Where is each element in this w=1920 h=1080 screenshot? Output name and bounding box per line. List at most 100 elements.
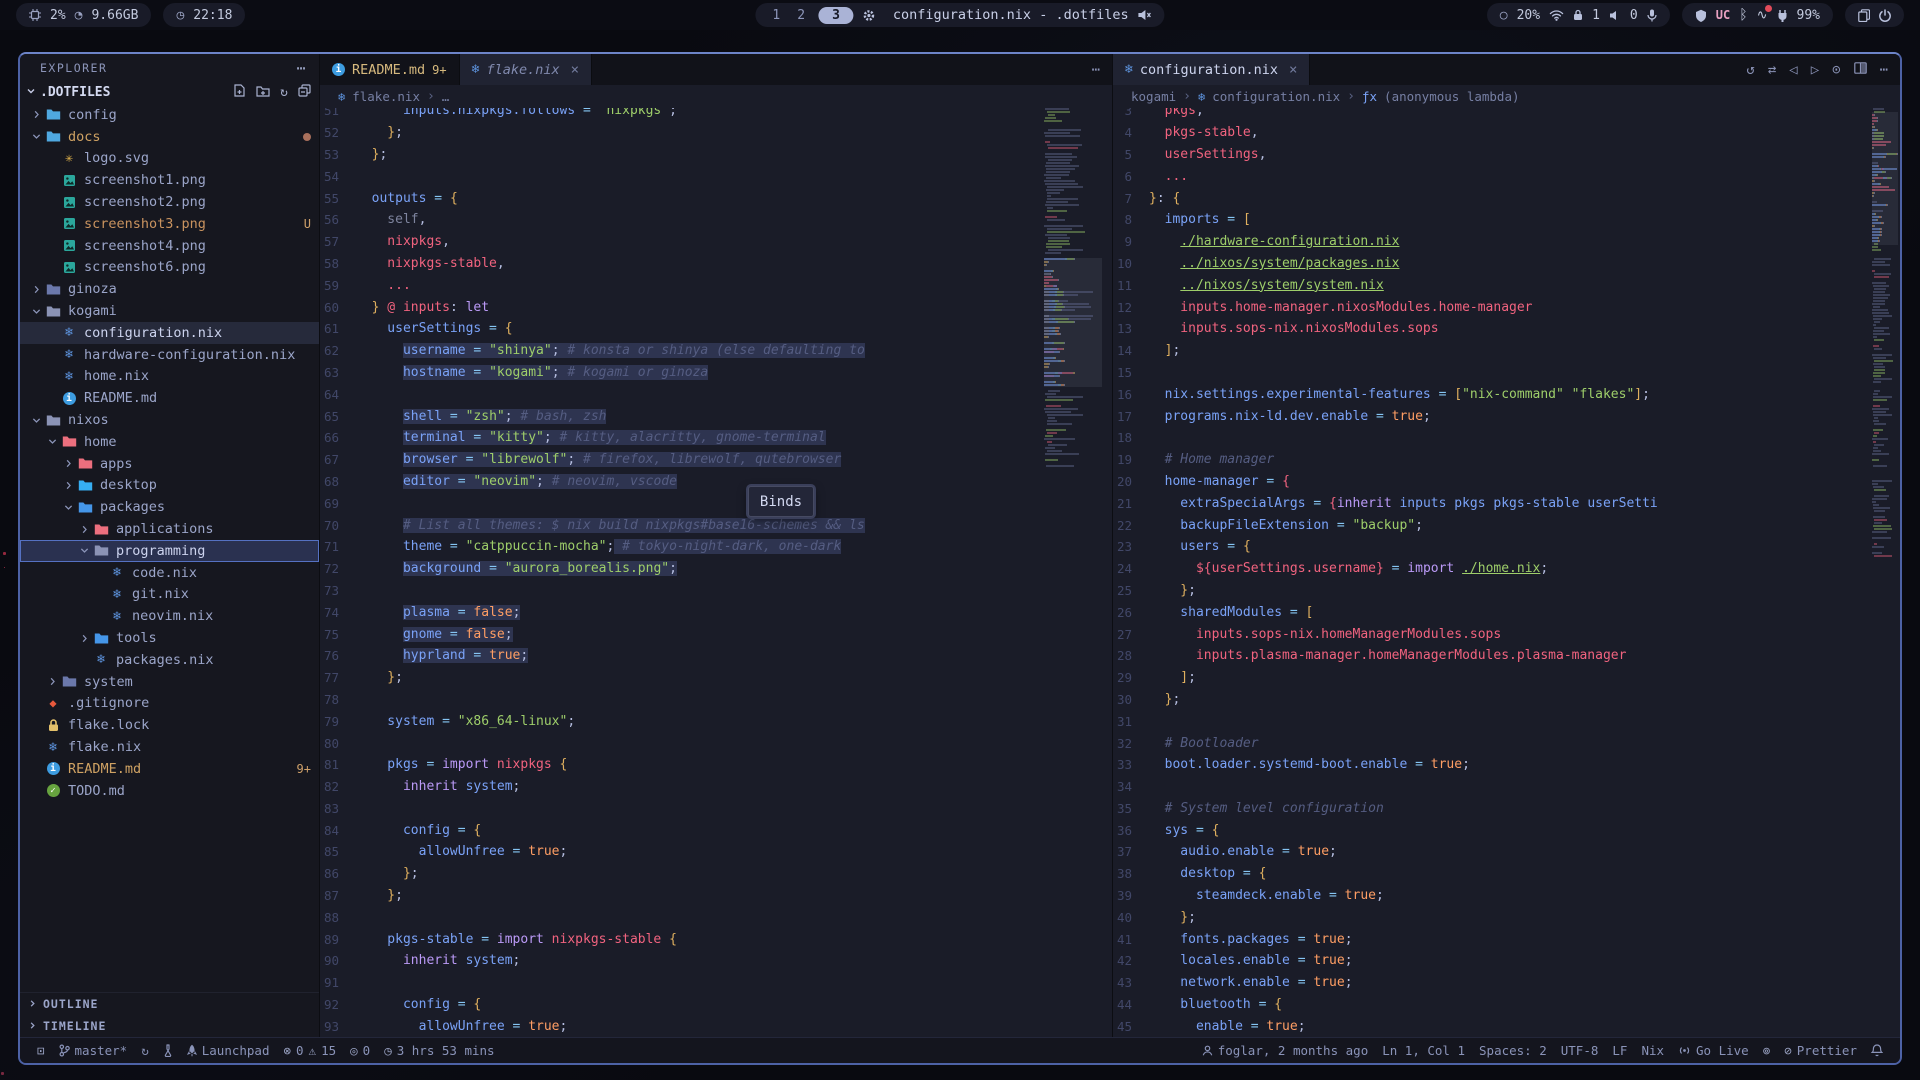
minimap-slider[interactable] [1872, 112, 1898, 245]
tree-item-home[interactable]: home [20, 431, 319, 453]
prettier-item[interactable]: ⊘ Prettier [1777, 1043, 1864, 1058]
minimap-line [1044, 165, 1102, 167]
tree-item-readme-md[interactable]: iREADME.md [20, 387, 319, 409]
tree-item-flake-nix[interactable]: ❄flake.nix [20, 736, 319, 758]
system-stats-pill[interactable]: 2% ◔ 9.66GB [16, 3, 151, 27]
breadcrumb-file[interactable]: flake.nix [352, 89, 420, 104]
flask-icon[interactable] [156, 1044, 180, 1057]
git-blame-item[interactable]: foglar, 2 months ago [1195, 1043, 1376, 1058]
tab-flake-nix[interactable]: ❄ flake.nix × [460, 54, 592, 85]
tree-item-system[interactable]: system [20, 671, 319, 693]
tab-readme[interactable]: i README.md 9+ [320, 54, 460, 85]
tree-item-code-nix[interactable]: ❄code.nix [20, 562, 319, 584]
workspace-2[interactable]: 2 [793, 8, 809, 23]
tree-item-todo-md[interactable]: ✓TODO.md [20, 780, 319, 802]
language-mode-item[interactable]: Nix [1634, 1043, 1671, 1058]
breadcrumb-symbol[interactable]: (anonymous lambda) [1384, 89, 1519, 104]
explorer-more-actions-button[interactable]: ⋯ [296, 59, 307, 77]
notifications-bell[interactable] [1864, 1044, 1890, 1057]
right-breadcrumb[interactable]: kogami › ❄ configuration.nix › ƒx (anony… [1113, 85, 1900, 108]
tree-item-kogami[interactable]: kogami [20, 300, 319, 322]
branch-name: master* [75, 1043, 128, 1058]
collapse-folders-button[interactable] [298, 84, 311, 101]
next-change-icon[interactable]: ▷ [1811, 62, 1819, 78]
refresh-explorer-button[interactable]: ↻ [280, 85, 288, 100]
hardware-pill[interactable]: ○ 20% 1 0 [1487, 3, 1670, 27]
previous-change-icon[interactable]: ◁ [1789, 62, 1797, 78]
tree-item-tools[interactable]: tools [20, 627, 319, 649]
tree-item-logo-svg[interactable]: ✳logo.svg [20, 148, 319, 170]
breadcrumb-symbol[interactable]: … [442, 89, 450, 104]
tree-item-git-nix[interactable]: ❄git.nix [20, 584, 319, 606]
more-actions-icon[interactable]: ⋯ [1880, 62, 1888, 78]
indentation-item[interactable]: Spaces: 2 [1472, 1043, 1554, 1058]
eol-item[interactable]: LF [1605, 1043, 1634, 1058]
go-live-item[interactable]: Go Live [1671, 1043, 1756, 1058]
close-tab-icon[interactable]: × [571, 62, 579, 78]
minimap-line [1872, 492, 1898, 494]
tree-item-configuration-nix[interactable]: ❄configuration.nix [20, 322, 319, 344]
cursor-position[interactable]: Ln 1, Col 1 [1375, 1043, 1472, 1058]
code-line-83: 83 [320, 798, 1042, 820]
left-editor-more-actions-button[interactable]: ⋯ [1092, 62, 1100, 78]
split-editor-icon[interactable] [1854, 62, 1867, 78]
remote-indicator[interactable]: ⊡ [30, 1043, 52, 1058]
tree-item-applications[interactable]: applications [20, 518, 319, 540]
wakatime-item[interactable]: ◷3 hrs 53 mins [377, 1043, 501, 1058]
tree-item-screenshot1-png[interactable]: screenshot1.png [20, 169, 319, 191]
workspace-root-row[interactable]: .DOTFILES ↻ [20, 81, 319, 104]
tree-item-neovim-nix[interactable]: ❄neovim.nix [20, 605, 319, 627]
run-file-icon[interactable]: ⊙ [1832, 62, 1840, 78]
workspace-1[interactable]: 1 [768, 8, 784, 23]
git-branch-item[interactable]: master* [52, 1043, 135, 1058]
left-breadcrumb[interactable]: ❄ flake.nix › … [320, 85, 1112, 108]
tree-item-packages[interactable]: packages [20, 496, 319, 518]
problems-item[interactable]: ⊗0 ⚠15 [276, 1043, 343, 1058]
tree-item-programming[interactable]: programming [20, 540, 319, 562]
open-changes-icon[interactable]: ⇄ [1768, 62, 1776, 78]
line-number: 55 [320, 191, 356, 206]
extension-status-icon[interactable]: ⊚ [1756, 1043, 1778, 1058]
outline-section-header[interactable]: OUTLINE [20, 993, 319, 1015]
minimap-line [1044, 399, 1102, 401]
tree-item-screenshot2-png[interactable]: screenshot2.png [20, 191, 319, 213]
tree-item-flake-lock[interactable]: flake.lock [20, 714, 319, 736]
right-code-area[interactable]: 3 pkgs,4 pkgs-stable,5 userSettings,6 ..… [1113, 108, 1900, 1037]
launchpad-item[interactable]: Launchpad [180, 1043, 277, 1058]
line-number: 85 [320, 844, 356, 859]
tree-item-screenshot4-png[interactable]: screenshot4.png [20, 235, 319, 257]
minimap[interactable] [1872, 108, 1898, 1037]
tree-item-docs[interactable]: docs [20, 126, 319, 148]
session-pill[interactable] [1845, 3, 1904, 27]
tree-item-packages-nix[interactable]: ❄packages.nix [20, 649, 319, 671]
sync-button[interactable]: ↻ [134, 1043, 156, 1058]
issues-item[interactable]: ◎0 [343, 1043, 377, 1058]
timeline-section-header[interactable]: TIMELINE [20, 1015, 319, 1037]
left-code-area[interactable]: 51 inputs.nixpkgs.follows = "nixpkgs";52… [320, 108, 1112, 1037]
tab-configuration-nix[interactable]: ❄ configuration.nix × [1113, 54, 1310, 85]
new-folder-button[interactable] [256, 85, 270, 101]
tree-item-config[interactable]: config [20, 104, 319, 126]
minimap-slider[interactable] [1044, 258, 1102, 387]
tree-item--gitignore[interactable]: ◆.gitignore [20, 693, 319, 715]
tree-item-screenshot6-png[interactable]: screenshot6.png [20, 257, 319, 279]
tree-item-ginoza[interactable]: ginoza [20, 278, 319, 300]
encoding-item[interactable]: UTF-8 [1554, 1043, 1606, 1058]
tray-pill[interactable]: UC ᛒ ∿ 99% [1682, 3, 1833, 27]
tree-item-hardware-configuration-nix[interactable]: ❄hardware-configuration.nix [20, 344, 319, 366]
new-file-button[interactable] [233, 84, 246, 101]
tree-item-readme-md[interactable]: iREADME.md9+ [20, 758, 319, 780]
breadcrumb-file[interactable]: configuration.nix [1212, 89, 1340, 104]
prettier-label: Prettier [1797, 1043, 1857, 1058]
tree-item-home-nix[interactable]: ❄home.nix [20, 366, 319, 388]
workspace-3-active[interactable]: 3 [818, 7, 854, 24]
tree-item-desktop[interactable]: desktop [20, 475, 319, 497]
clock-pill[interactable]: ◷ 22:18 [163, 3, 245, 27]
close-tab-icon[interactable]: × [1289, 62, 1297, 78]
tree-item-apps[interactable]: apps [20, 453, 319, 475]
minimap[interactable] [1044, 108, 1102, 1037]
breadcrumb-folder[interactable]: kogami [1131, 89, 1176, 104]
tree-item-nixos[interactable]: nixos [20, 409, 319, 431]
timeline-history-icon[interactable]: ↺ [1746, 62, 1754, 78]
tree-item-screenshot3-png[interactable]: screenshot3.pngU [20, 213, 319, 235]
